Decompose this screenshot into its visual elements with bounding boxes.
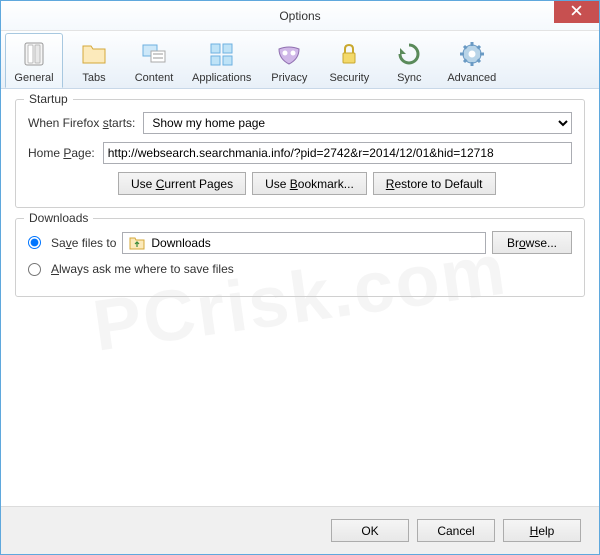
tab-general[interactable]: General (5, 33, 63, 88)
applications-icon (206, 38, 238, 70)
download-path-box[interactable]: Downloads (122, 232, 486, 254)
tab-label: Advanced (447, 72, 496, 84)
folder-small-icon (129, 236, 145, 250)
tab-label: General (14, 72, 53, 84)
download-path-text: Downloads (151, 236, 210, 250)
tab-tabs[interactable]: Tabs (65, 33, 123, 88)
tab-label: Sync (397, 72, 421, 84)
options-window: Options General Tabs Content (0, 0, 600, 555)
always-ask-radio[interactable] (28, 263, 41, 276)
tab-privacy[interactable]: Privacy (260, 33, 318, 88)
startup-title: Startup (24, 92, 73, 106)
ok-button[interactable]: OK (331, 519, 409, 542)
lock-icon (333, 38, 365, 70)
tab-label: Content (135, 72, 174, 84)
homepage-input[interactable] (103, 142, 572, 164)
sync-icon (393, 38, 425, 70)
mask-icon (273, 38, 305, 70)
content-icon (138, 38, 170, 70)
cancel-button[interactable]: Cancel (417, 519, 495, 542)
category-toolbar: General Tabs Content Applications Privac… (1, 31, 599, 89)
tab-applications[interactable]: Applications (185, 33, 258, 88)
tab-sync[interactable]: Sync (380, 33, 438, 88)
titlebar: Options (1, 1, 599, 31)
tab-content[interactable]: Content (125, 33, 183, 88)
startup-group: Startup When Firefox starts: Show my hom… (15, 99, 585, 208)
folder-icon (78, 38, 110, 70)
tab-label: Applications (192, 72, 251, 84)
tab-advanced[interactable]: Advanced (440, 33, 503, 88)
help-button[interactable]: Help (503, 519, 581, 542)
content-area: PCrisk.com Startup When Firefox starts: … (1, 89, 599, 506)
tab-label: Security (329, 72, 369, 84)
restore-default-button[interactable]: Restore to Default (373, 172, 496, 195)
downloads-title: Downloads (24, 211, 93, 225)
close-button[interactable] (554, 1, 599, 23)
close-icon (571, 5, 582, 19)
gear-icon (456, 38, 488, 70)
use-bookmark-button[interactable]: Use Bookmark... (252, 172, 367, 195)
downloads-group: Downloads Save files to Downloads Browse… (15, 218, 585, 297)
window-title: Options (279, 9, 320, 23)
use-current-pages-button[interactable]: Use Current Pages (118, 172, 246, 195)
tab-label: Tabs (82, 72, 105, 84)
when-firefox-starts-label: When Firefox starts: (28, 116, 135, 130)
save-files-to-radio[interactable] (28, 236, 41, 249)
tab-security[interactable]: Security (320, 33, 378, 88)
always-ask-label: Always ask me where to save files (51, 262, 234, 276)
dialog-footer: OK Cancel Help (1, 506, 599, 554)
homepage-label: Home Page: (28, 146, 95, 160)
startup-action-select[interactable]: Show my home page (143, 112, 572, 134)
browse-button[interactable]: Browse... (492, 231, 572, 254)
switch-icon (18, 38, 50, 70)
save-files-to-label: Save files to (51, 236, 116, 250)
tab-label: Privacy (271, 72, 307, 84)
